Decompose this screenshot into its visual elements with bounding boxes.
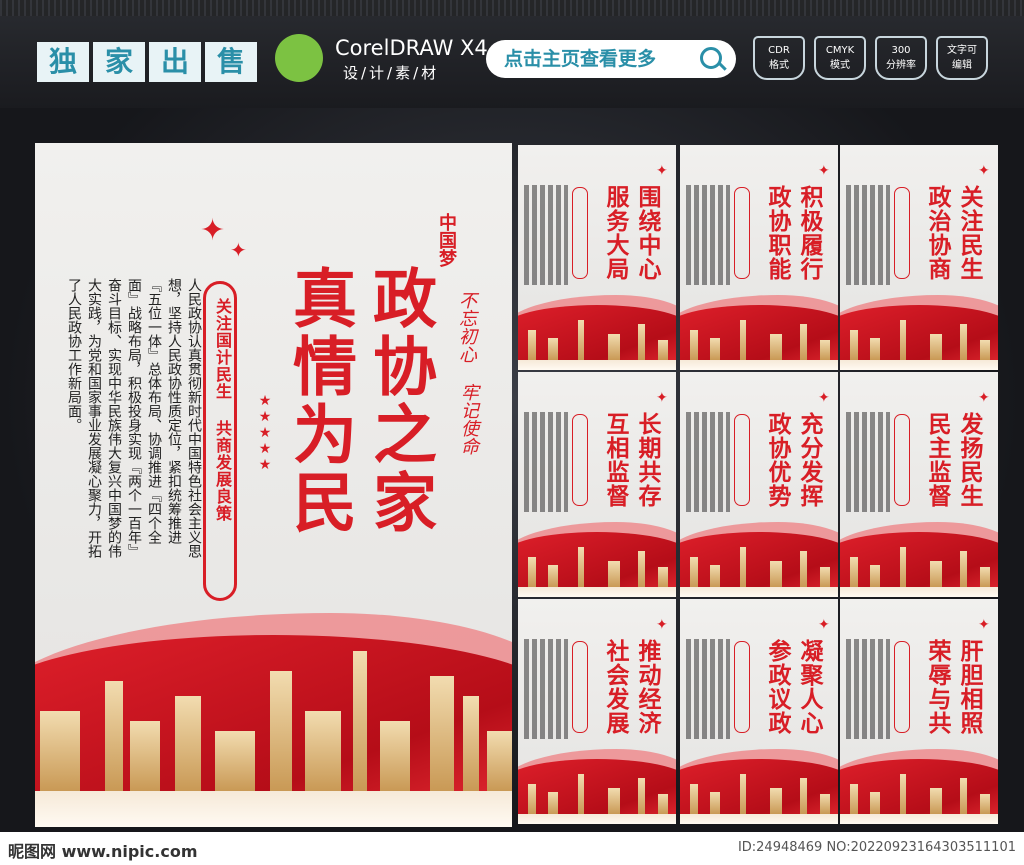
policy-banner: [572, 414, 588, 506]
spec-format: CDR 格式: [753, 36, 805, 80]
poster-title-1: 积极履行: [796, 185, 822, 281]
software-name: CorelDRAW X4: [335, 36, 488, 60]
poster-body-text: [524, 185, 568, 285]
dove-icon: ✦: [818, 390, 830, 406]
poster-title-2: 政协优势: [764, 412, 790, 508]
dove-icon: ✦: [978, 617, 990, 633]
poster-body-text: [686, 639, 730, 739]
poster-title-1: 肝胆相照: [956, 639, 982, 735]
spec-resolution: 300 分辨率: [875, 36, 927, 80]
search-icon: [700, 47, 722, 69]
coreldraw-logo-icon: [275, 34, 323, 82]
poster-body-text: [524, 412, 568, 512]
poster-title-2: 政治协商: [924, 185, 950, 281]
small-poster: ✦ 充分发挥 政协优势: [680, 372, 838, 597]
more-search-button[interactable]: 点击主页查看更多: [486, 40, 736, 78]
poster-body-text: [524, 639, 568, 739]
poster-title-1: 凝聚人心: [796, 639, 822, 735]
small-poster: ✦ 凝聚人心 参政议政: [680, 599, 838, 824]
poster-body-text: [846, 185, 890, 285]
image-id: ID:24948469 NO:20220923164303511101: [737, 840, 1016, 855]
dove-icon: ✦: [656, 163, 668, 179]
poster-body-text: 人民政协认真贯彻新时代中国特色社会主义思 想，坚持人民政协性质定位，紧扣统筹推进…: [66, 278, 202, 558]
small-poster: ✦ 围绕中心 服务大局: [518, 145, 676, 370]
badge-du: 独: [37, 42, 89, 82]
policy-banner: [894, 414, 910, 506]
poster-title-2: 真情为民: [282, 265, 357, 537]
poster-title-2: 参政议政: [764, 639, 790, 735]
dove-icon: ✦: [230, 238, 247, 262]
poster-body-text: [686, 412, 730, 512]
badge-jia: 家: [93, 42, 145, 82]
poster-title-2: 互相监督: [602, 412, 628, 508]
poster-title-2: 社会发展: [602, 639, 628, 735]
poster-title-1: 推动经济: [634, 639, 660, 735]
search-label: 点击主页查看更多: [504, 48, 657, 70]
dove-icon: ✦: [818, 163, 830, 179]
poster-title-1: 政协之家: [362, 265, 437, 537]
small-poster: ✦ 关注民生 政治协商: [840, 145, 998, 370]
poster-title-2: 服务大局: [602, 185, 628, 281]
policy-banner: [572, 187, 588, 279]
poster-title-1: 充分发挥: [796, 412, 822, 508]
footer-bar: 昵图网 www.nipic.com ID:24948469 NO:2022092…: [0, 832, 1024, 865]
dove-icon: ✦: [656, 617, 668, 633]
poster-title-1: 发扬民生: [956, 412, 982, 508]
poster-title-2: 政协职能: [764, 185, 790, 281]
poster-title-1: 关注民生: [956, 185, 982, 281]
small-poster: ✦ 积极履行 政协职能: [680, 145, 838, 370]
dove-icon: ✦: [818, 617, 830, 633]
dove-icon: ✦: [200, 213, 226, 248]
stars-icon: ★★★★★: [257, 393, 273, 473]
poster-title-2: 民主监督: [924, 412, 950, 508]
slogan-1: 不忘初心: [456, 291, 477, 363]
policy-banner: [572, 641, 588, 733]
small-poster: ✦ 肝胆相照 荣辱与共: [840, 599, 998, 824]
poster-title-2: 荣辱与共: [924, 639, 950, 735]
small-poster: ✦ 推动经济 社会发展: [518, 599, 676, 824]
badge-chu: 出: [149, 42, 201, 82]
spec-editable: 文字可 编辑: [936, 36, 988, 80]
poster-body-text: [686, 185, 730, 285]
dove-icon: ✦: [978, 163, 990, 179]
badge-shou: 售: [205, 42, 257, 82]
poster-body-text: [846, 412, 890, 512]
poster-title-1: 长期共存: [634, 412, 660, 508]
policy-banner: [894, 641, 910, 733]
policy-banner: 关注国计民生 共商发展良策: [203, 281, 237, 601]
policy-banner: [894, 187, 910, 279]
spec-mode: CMYK 模式: [814, 36, 866, 80]
small-poster: ✦ 发扬民生 民主监督: [840, 372, 998, 597]
policy-banner: [734, 414, 750, 506]
poster-body-text: [846, 639, 890, 739]
slogan-2: 牢记使命: [458, 383, 479, 455]
site-watermark: 昵图网 www.nipic.com: [8, 842, 198, 861]
top-banner: 独 家 出 售 CorelDRAW X4 设/计/素/材 点击主页查看更多 CD…: [0, 0, 1024, 108]
small-poster: ✦ 长期共存 互相监督: [518, 372, 676, 597]
poster-title-1: 围绕中心: [634, 185, 660, 281]
software-subtitle: 设/计/素/材: [343, 64, 440, 82]
dove-icon: ✦: [978, 390, 990, 406]
policy-banner: [734, 187, 750, 279]
main-poster: ✦ ✦ 政协之家 真情为民 关注国计民生 共商发展良策 中国梦 不忘初心 牢记使…: [35, 143, 512, 827]
dove-icon: ✦: [656, 390, 668, 406]
china-dream-seal: 中国梦: [436, 213, 457, 267]
policy-banner: [734, 641, 750, 733]
